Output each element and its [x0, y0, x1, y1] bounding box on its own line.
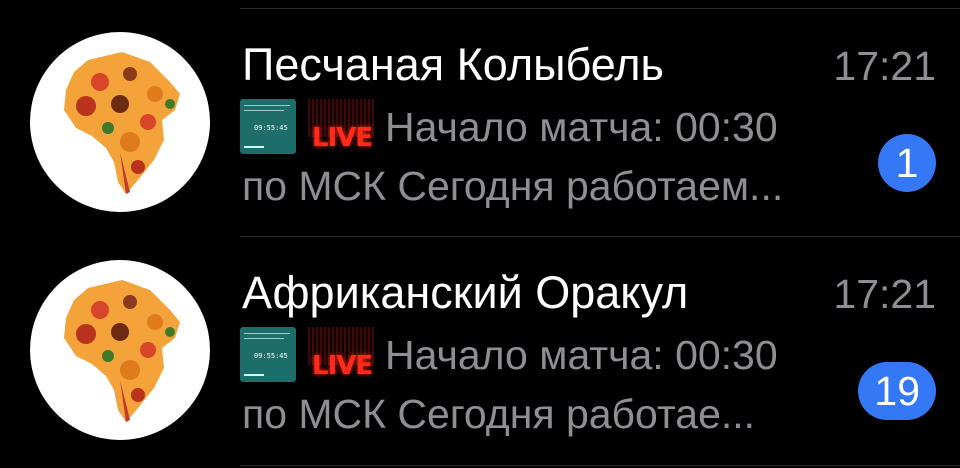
africa-map-icon — [64, 52, 180, 194]
message-preview-line2: по МСК Сегодня работае... — [242, 391, 756, 437]
live-thumbnail: LIVE — [308, 327, 374, 382]
live-label: LIVE — [312, 351, 373, 381]
media-thumbnail: 09:55:45 — [240, 99, 296, 154]
chat-name: Песчаная Колыбель — [242, 39, 664, 90]
thumbnail-time: 09:55:45 — [254, 352, 288, 360]
live-label: LIVE — [312, 123, 373, 153]
chat-row[interactable]: Африканский Оракул 17:21 09:55:45 LIVE Н… — [0, 236, 960, 465]
avatar[interactable] — [30, 260, 210, 440]
live-thumbnail: LIVE — [308, 99, 374, 154]
chat-time: 17:21 — [833, 271, 936, 317]
unread-badge: 19 — [858, 362, 936, 420]
chat-name: Африканский Оракул — [242, 267, 689, 318]
thumbnail-time: 09:55:45 — [254, 124, 288, 132]
separator — [240, 465, 960, 466]
message-preview-line1: Начало матча: 00:30 — [385, 332, 778, 378]
media-thumbnail: 09:55:45 — [240, 327, 296, 382]
chat-row[interactable]: Песчаная Колыбель 17:21 09:55:45 LIVE На… — [0, 8, 960, 237]
message-preview-line2: по МСК Сегодня работаем... — [242, 163, 784, 209]
unread-badge: 1 — [878, 134, 936, 192]
africa-map-icon — [64, 280, 180, 422]
chat-time: 17:21 — [833, 43, 936, 89]
avatar[interactable] — [30, 32, 210, 212]
message-preview-line1: Начало матча: 00:30 — [385, 104, 778, 150]
